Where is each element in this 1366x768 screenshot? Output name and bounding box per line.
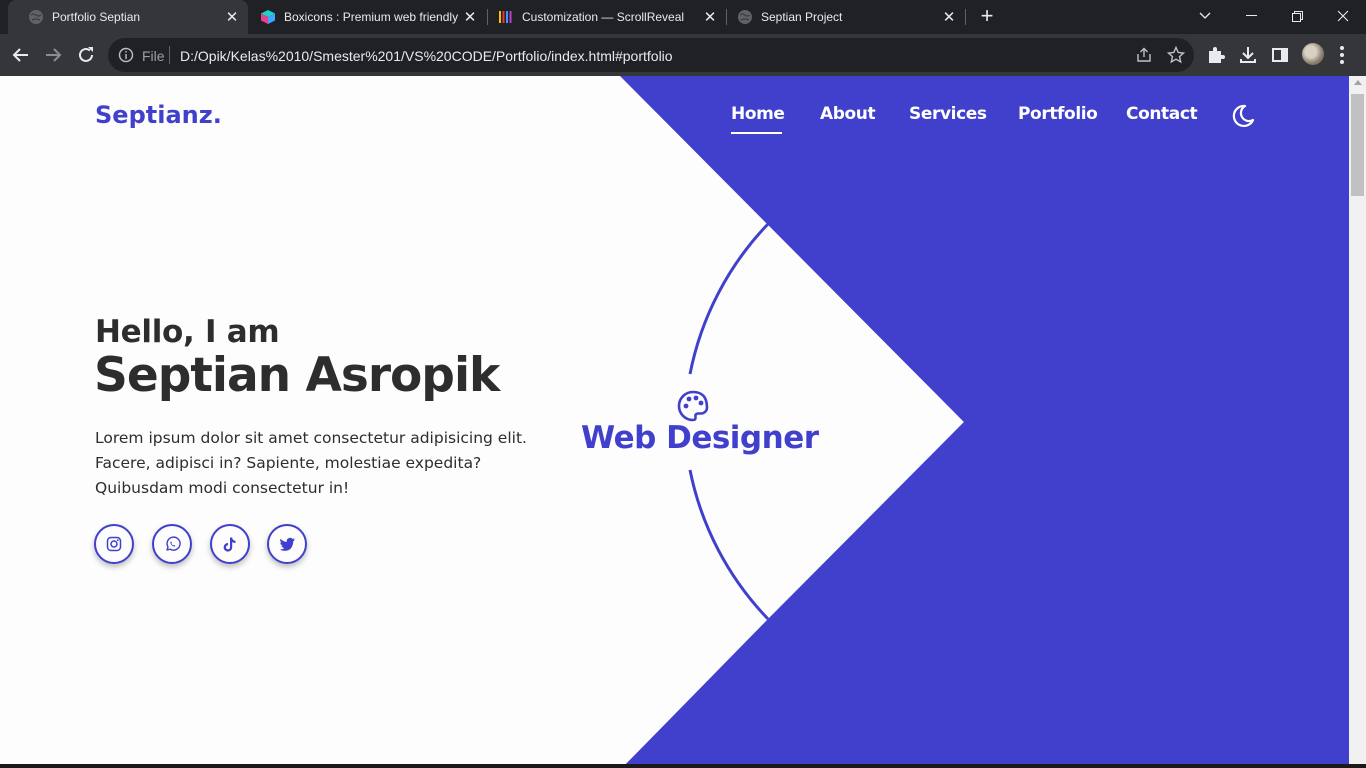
palette-icon	[677, 390, 709, 422]
tiktok-link[interactable]	[210, 524, 250, 564]
globe-icon	[737, 9, 753, 25]
hero-role: Web Designer	[581, 420, 819, 456]
page-viewport: Septianz. Home About Services Portfolio …	[0, 76, 1349, 768]
whatsapp-link[interactable]	[152, 524, 192, 564]
close-icon[interactable]: ✕	[222, 7, 242, 27]
download-icon[interactable]	[1238, 45, 1258, 65]
browser-toolbar: File D:/Opik/Kelas%2010/Smester%201/VS%2…	[0, 34, 1366, 76]
back-button[interactable]	[8, 42, 34, 68]
nav-contact[interactable]: Contact	[1126, 104, 1198, 124]
reload-button[interactable]	[73, 42, 99, 68]
share-icon[interactable]	[1135, 46, 1153, 64]
taskbar-edge	[0, 764, 1366, 768]
scheme-label: File	[142, 48, 165, 64]
tab-search-button[interactable]	[1182, 0, 1228, 32]
tab-strip: Portfolio Septian ✕ Boxicons : Premium w…	[0, 0, 1366, 34]
close-icon[interactable]: ✕	[460, 7, 480, 27]
boxicons-cube-icon	[260, 9, 276, 25]
tab-title: Portfolio Septian	[52, 10, 141, 24]
address-bar[interactable]: File D:/Opik/Kelas%2010/Smester%201/VS%2…	[108, 38, 1194, 72]
scrollreveal-bars-icon	[498, 9, 514, 25]
tab-septian-project[interactable]: Septian Project ✕	[727, 0, 965, 34]
nav-home[interactable]: Home	[731, 104, 785, 124]
tab-boxicons[interactable]: Boxicons : Premium web friendly icons ✕	[248, 0, 486, 34]
page-scrollbar[interactable]	[1349, 76, 1366, 768]
arrow-left-icon	[12, 48, 28, 62]
moon-icon[interactable]	[1230, 103, 1256, 129]
close-icon[interactable]: ✕	[700, 7, 720, 27]
nav-services[interactable]: Services	[909, 104, 987, 124]
info-icon[interactable]	[118, 47, 134, 63]
instagram-link[interactable]	[94, 524, 134, 564]
twitter-icon	[279, 537, 295, 551]
tab-portfolio-septian[interactable]: Portfolio Septian ✕	[8, 0, 248, 34]
arrow-right-icon	[46, 48, 62, 62]
profile-avatar[interactable]	[1302, 43, 1324, 65]
nav-portfolio[interactable]: Portfolio	[1018, 104, 1098, 124]
bookmark-star-icon[interactable]	[1167, 46, 1185, 64]
close-icon[interactable]: ✕	[939, 7, 959, 27]
new-tab-button[interactable]: +	[976, 5, 998, 28]
globe-icon	[28, 9, 44, 25]
extensions-puzzle-icon[interactable]	[1206, 45, 1226, 65]
reload-icon	[79, 47, 93, 62]
tab-title: Septian Project	[761, 10, 843, 24]
whatsapp-icon	[165, 536, 181, 551]
hero-description: Lorem ipsum dolor sit amet consectetur a…	[95, 429, 527, 497]
nav-active-indicator	[731, 132, 782, 134]
browser-menu-button[interactable]	[1340, 46, 1344, 64]
hero-name: Septian Asropik	[94, 348, 500, 403]
tab-title: Customization — ScrollReveal	[522, 10, 685, 24]
nav-about[interactable]: About	[820, 104, 876, 124]
minimize-button[interactable]	[1228, 0, 1274, 32]
tab-title: Boxicons : Premium web friendly icons	[284, 10, 460, 24]
scrollbar-thumb[interactable]	[1351, 94, 1364, 196]
forward-button[interactable]	[40, 42, 66, 68]
hero-greeting: Hello, I am	[95, 314, 280, 350]
url-text[interactable]: D:/Opik/Kelas%2010/Smester%201/VS%20CODE…	[180, 48, 673, 64]
site-logo[interactable]: Septianz.	[95, 101, 222, 129]
restore-button[interactable]	[1274, 0, 1320, 32]
instagram-icon	[106, 536, 122, 552]
tab-scrollreveal[interactable]: Customization — ScrollReveal ✕	[488, 0, 726, 34]
close-window-button[interactable]	[1320, 0, 1366, 32]
twitter-link[interactable]	[267, 524, 307, 564]
scroll-up-arrow-icon[interactable]	[1354, 80, 1362, 85]
tiktok-icon	[223, 537, 236, 552]
side-panel-icon[interactable]	[1270, 45, 1290, 65]
